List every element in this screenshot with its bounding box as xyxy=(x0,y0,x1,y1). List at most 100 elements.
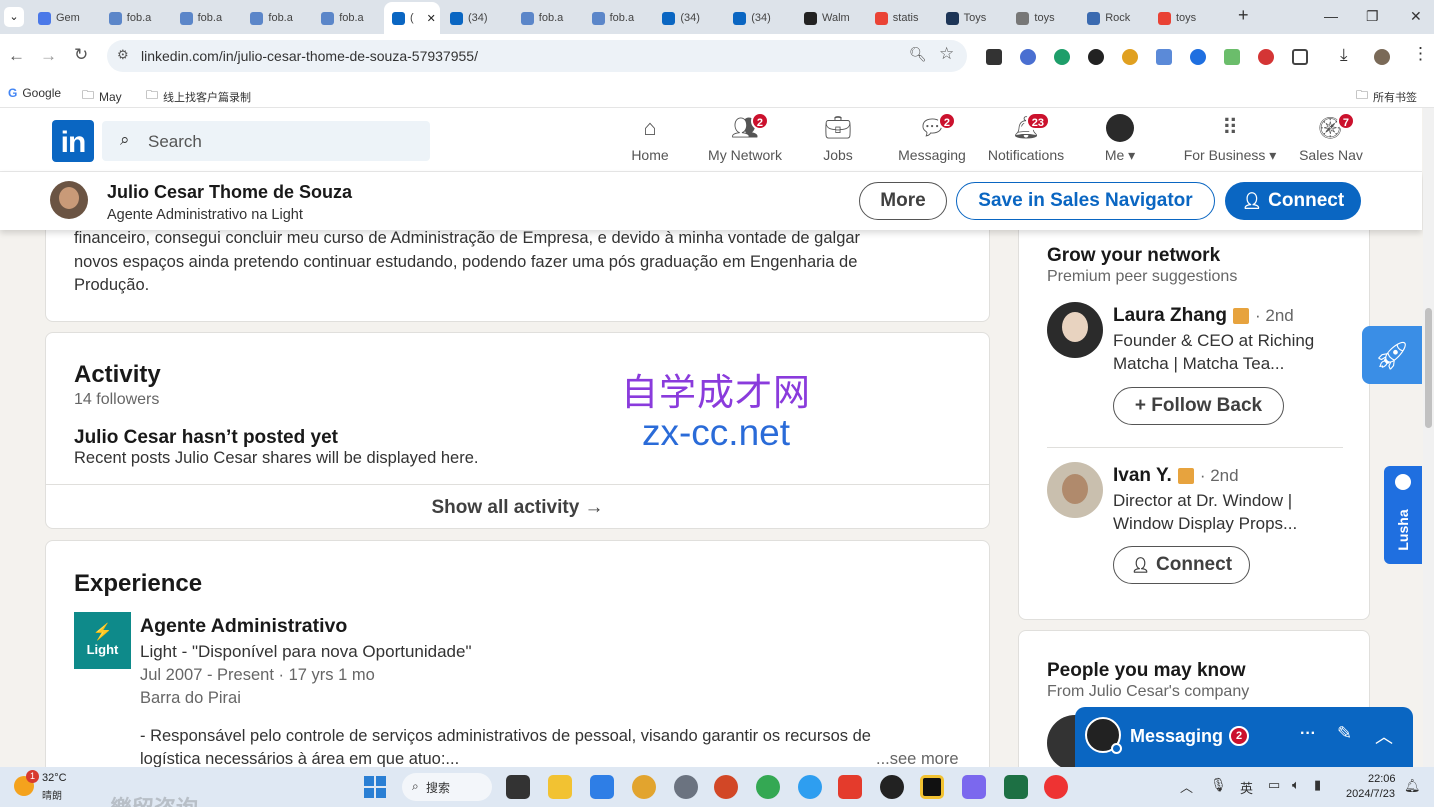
downloads-icon[interactable]: ⤓ xyxy=(1340,45,1348,65)
nav-item-my-network[interactable]: 👥︎ 2 My Network xyxy=(700,112,790,163)
extension-layers-icon[interactable] xyxy=(986,49,1002,65)
page-scrollbar[interactable] xyxy=(1423,108,1434,767)
extension-gear-icon[interactable] xyxy=(1122,49,1138,65)
browser-tab[interactable]: (34) xyxy=(442,6,508,30)
chevron-up-icon[interactable]: ︿ xyxy=(1375,723,1393,749)
compose-icon[interactable]: ✎ xyxy=(1337,723,1352,744)
nav-item-sales-nav[interactable]: 🧭︎ 7 Sales Nav xyxy=(1294,112,1368,163)
tab-list-dropdown[interactable]: ⌄ xyxy=(4,7,24,27)
clock-date[interactable]: 2024/7/23 xyxy=(1346,788,1395,800)
browser-tab[interactable]: toys xyxy=(1008,6,1074,30)
connect-suggestion-button[interactable]: 👤︎ Connect xyxy=(1113,546,1250,584)
company-logo[interactable]: ⚡ Light xyxy=(74,612,131,669)
browser-tab[interactable]: fob.a xyxy=(101,6,167,30)
close-window-button[interactable]: ✕ xyxy=(1410,8,1422,25)
experience-role[interactable]: Agente Administrativo xyxy=(140,615,347,638)
browser-tab[interactable]: (✕ xyxy=(384,2,440,34)
followers-count[interactable]: 14 followers xyxy=(74,391,159,409)
site-info-icon[interactable]: ⚙ xyxy=(117,47,129,63)
app-mountain-icon[interactable] xyxy=(962,775,986,799)
profile-avatar[interactable] xyxy=(50,181,88,219)
suggestion-name[interactable]: Ivan Y. xyxy=(1113,465,1172,487)
extension-translate-icon[interactable] xyxy=(1156,49,1172,65)
browser-tab[interactable]: (34) xyxy=(725,6,791,30)
browser-tab[interactable]: Walm xyxy=(796,6,862,30)
messaging-widget[interactable]: Messaging 2 ··· ✎ ︿ xyxy=(1075,707,1413,767)
bookmark-folder-may[interactable]: 🗀 May xyxy=(82,86,122,107)
browser-tab[interactable]: fob.a xyxy=(242,6,308,30)
profile-avatar[interactable] xyxy=(1374,49,1390,65)
linkedin-logo[interactable]: in xyxy=(52,120,94,162)
nav-item-jobs[interactable]: 💼︎ Jobs xyxy=(810,114,866,163)
rocket-extension-button[interactable]: 🚀︎ xyxy=(1362,326,1422,384)
browser-tab[interactable]: (34) xyxy=(654,6,720,30)
extension-download-icon[interactable] xyxy=(1224,49,1240,65)
file-explorer-icon[interactable] xyxy=(548,775,572,799)
app-pokeball-icon[interactable] xyxy=(1044,775,1068,799)
volume-icon[interactable]: 🔈︎ xyxy=(1292,777,1300,793)
bookmark-star-icon[interactable]: ☆ xyxy=(939,44,954,64)
lusha-extension-tab[interactable]: Lusha xyxy=(1384,466,1422,564)
powerpoint-icon[interactable] xyxy=(714,775,738,799)
start-button[interactable] xyxy=(364,776,386,798)
app-yellow-icon[interactable] xyxy=(920,775,944,799)
reload-icon[interactable]: ↻ xyxy=(74,45,88,65)
browser-menu-icon[interactable]: ⋮ xyxy=(1412,44,1429,64)
restore-button[interactable]: ❐ xyxy=(1366,8,1379,25)
url-text[interactable]: linkedin.com/in/julio-cesar-thome-de-sou… xyxy=(141,48,478,64)
clock-time[interactable]: 22:06 xyxy=(1368,773,1396,785)
extension-tool-icon[interactable] xyxy=(1020,49,1036,65)
browser-tab[interactable]: statis xyxy=(867,6,933,30)
connect-button[interactable]: 👤︎ Connect xyxy=(1225,182,1361,220)
save-in-sales-navigator-button[interactable]: Save in Sales Navigator xyxy=(956,182,1215,220)
back-icon[interactable]: ← xyxy=(8,46,25,66)
browser-tab[interactable]: Rock xyxy=(1079,6,1145,30)
network-icon[interactable]: ▭ xyxy=(1268,777,1280,793)
follow-back-button[interactable]: + Follow Back xyxy=(1113,387,1284,425)
browser-tab[interactable]: fob.a xyxy=(513,6,579,30)
nav-item-for-business[interactable]: ⠿ For Business ▾ xyxy=(1178,114,1282,164)
app-dark-icon[interactable] xyxy=(880,775,904,799)
wps-icon[interactable] xyxy=(838,775,862,799)
battery-icon[interactable]: ▮ xyxy=(1314,777,1321,793)
browser-tab[interactable]: Toys xyxy=(938,6,1004,30)
close-tab-icon[interactable]: ✕ xyxy=(427,12,436,25)
extension-dark-icon[interactable] xyxy=(1088,49,1104,65)
all-bookmarks[interactable]: 🗀 所有书签 xyxy=(1356,86,1417,107)
nav-item-me[interactable]: Me ▾ xyxy=(1092,114,1148,164)
messaging-more-icon[interactable]: ··· xyxy=(1300,725,1316,743)
extension-red-icon[interactable] xyxy=(1258,49,1274,65)
suggestion-avatar[interactable] xyxy=(1047,462,1103,518)
notification-bell-icon[interactable]: 🔔︎ xyxy=(1404,778,1421,794)
bookmark-google[interactable]: G Google xyxy=(8,86,61,100)
search-input[interactable]: ⌕ Search xyxy=(102,121,430,161)
chrome-profile-icon[interactable] xyxy=(756,775,780,799)
browser-tab[interactable]: fob.a xyxy=(313,6,379,30)
browser-tab[interactable]: fob.a xyxy=(584,6,650,30)
forward-icon[interactable]: → xyxy=(40,46,57,66)
extension-green-icon[interactable] xyxy=(1054,49,1070,65)
new-tab-button[interactable]: + xyxy=(1238,5,1249,26)
browser-tab[interactable]: fob.a xyxy=(172,6,238,30)
browser-tab[interactable]: toys xyxy=(1150,6,1216,30)
suggestion-avatar[interactable] xyxy=(1047,302,1103,358)
extensions-puzzle-icon[interactable] xyxy=(1292,49,1308,65)
browser-tab[interactable]: Gem xyxy=(30,6,96,30)
app-q-icon[interactable] xyxy=(798,775,822,799)
extension-blue-icon[interactable] xyxy=(1190,49,1206,65)
bookmark-folder-recording[interactable]: 🗀 线上找客户篇录制 xyxy=(146,86,251,107)
settings-gear-icon[interactable] xyxy=(674,775,698,799)
more-button[interactable]: More xyxy=(859,182,947,220)
scrollbar-thumb[interactable] xyxy=(1425,308,1432,428)
nav-item-home[interactable]: ⌂ Home xyxy=(620,114,680,163)
taskbar-search[interactable]: ⌕ 搜索 xyxy=(402,773,492,801)
nav-item-notifications[interactable]: 🔔︎ 23 Notifications xyxy=(980,112,1072,163)
app-k-icon[interactable] xyxy=(590,775,614,799)
nav-item-messaging[interactable]: 💬︎ 2 Messaging xyxy=(893,112,971,163)
minimize-button[interactable]: — xyxy=(1324,8,1338,24)
input-language[interactable]: 英 xyxy=(1240,778,1253,797)
excel-icon[interactable] xyxy=(1004,775,1028,799)
chrome-icon[interactable] xyxy=(632,775,656,799)
zoom-icon[interactable]: 🔍︎ xyxy=(909,46,927,63)
task-view-icon[interactable] xyxy=(506,775,530,799)
